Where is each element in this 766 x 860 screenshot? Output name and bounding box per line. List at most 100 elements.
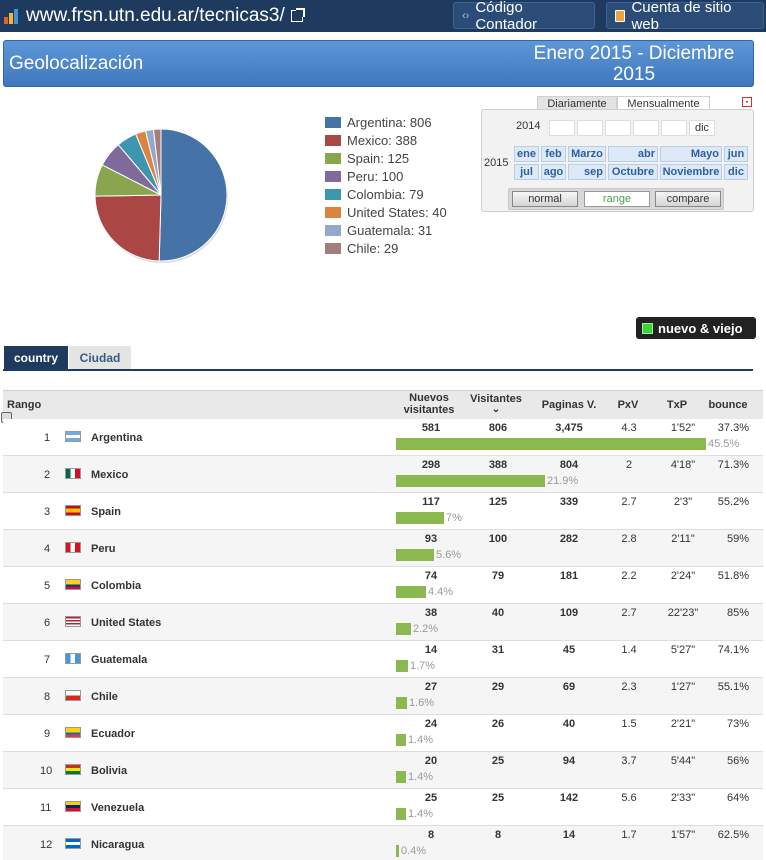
table-row[interactable]: 5 Colombia 74 79 181 2.2 2'24" 51.8% 4.4% [3,567,763,604]
counter-code-label: Código Contador [475,0,538,33]
legend-item[interactable]: Chile: 29 [325,239,447,257]
table-row[interactable]: 6 United States 38 40 109 2.7 22'23" 85% 2.2% [3,604,763,641]
table-row[interactable]: 11 Venezuela 25 25 142 5.6 2'33" 64% 1.4% [3,789,763,826]
legend-item[interactable]: Argentina: 806 [325,113,447,131]
pages-cell: 69 [562,681,576,693]
flag-ni-icon [65,838,81,849]
rank-cell: 5 [44,580,51,592]
col-bounce[interactable]: bounce [703,399,753,411]
month-feb[interactable]: feb [541,146,566,162]
txp-cell: 4'18" [670,459,696,471]
new-visitors-cell: 20 [424,755,438,767]
legend-item[interactable]: Guatemala: 31 [325,221,447,239]
country-name[interactable]: Argentina [91,432,142,444]
legend-label: Colombia: 79 [347,186,424,202]
legend-swatch [325,152,341,164]
flag-es-icon [65,505,81,516]
month-octubre[interactable]: Octubre [608,164,658,180]
new-old-toggle[interactable]: nuevo & viejo [636,317,756,339]
legend-item[interactable]: Colombia: 79 [325,185,447,203]
month-ago[interactable]: ago [541,164,566,180]
col-pxv[interactable]: PxV [608,399,648,411]
country-name[interactable]: Guatemala [91,654,147,666]
txp-cell: 1'27" [670,681,696,693]
month-cell-empty [633,120,659,136]
website-account-button[interactable]: Cuenta de sitio web [606,0,764,33]
table-row[interactable]: 10 Bolivia 20 25 94 3.7 5'44" 56% 1.4% [3,752,763,789]
visitors-cell: 40 [491,607,505,619]
share-bar [396,438,706,450]
compare-button[interactable]: compare [655,191,721,207]
page-title: Geolocalización [9,53,144,74]
share-bar [396,586,426,598]
external-link-icon[interactable] [290,8,305,22]
table-row[interactable]: 9 Ecuador 24 26 40 1.5 2'21" 73% 1.4% [3,715,763,752]
pie-slice-argentina[interactable] [158,128,228,262]
month-2014-dic[interactable]: dic [689,120,715,136]
book-icon [615,9,626,22]
col-txp[interactable]: TxP [657,399,697,411]
col-new-visitors[interactable]: Nuevos visitantes [396,392,462,416]
month-jun[interactable]: jun [724,146,748,162]
table-row[interactable]: 3 Spain 117 125 339 2.7 2'3" 55.2% 7% [3,493,763,530]
geo-pie-chart [94,128,228,263]
country-name[interactable]: Bolivia [91,765,127,777]
share-bar [396,512,444,524]
legend-swatch [325,206,341,218]
rank-cell: 3 [44,506,51,518]
country-name[interactable]: Colombia [91,580,141,592]
table-row[interactable]: 4 Peru 93 100 282 2.8 2'11" 59% 5.6% [3,530,763,567]
visitors-cell: 125 [488,496,508,508]
legend-item[interactable]: United States: 40 [325,203,447,221]
share-label: 1.4% [408,771,434,783]
table-row[interactable]: 12 Nicaragua 8 8 14 1.7 1'57" 62.5% 0.4% [3,826,763,860]
site-link[interactable]: www.frsn.utn.edu.ar/tecnicas3/ [4,4,305,28]
table-row[interactable]: 8 Chile 27 29 69 2.3 1'27" 55.1% 1.6% [3,678,763,715]
bounce-cell: 71.3% [717,459,749,471]
counter-code-button[interactable]: ‹› Código Contador [453,0,595,33]
pie-slice-mexico[interactable] [94,194,162,262]
month-sep[interactable]: sep [568,164,606,180]
bounce-cell: 59% [726,533,749,545]
country-name[interactable]: Mexico [91,469,128,481]
tab-country[interactable]: country [4,346,68,369]
bounce-cell: 55.1% [717,681,749,693]
month-dic[interactable]: dic [724,164,748,180]
month-jul[interactable]: jul [514,164,539,180]
range-button[interactable]: range [584,191,650,207]
legend-item[interactable]: Mexico: 388 [325,131,447,149]
country-name[interactable]: Peru [91,543,115,555]
visitors-cell: 79 [491,570,505,582]
calendar-icon[interactable]: ▪ [742,97,752,107]
legend-item[interactable]: Peru: 100 [325,167,447,185]
month-mayo[interactable]: Mayo [660,146,722,162]
share-bar [396,660,408,672]
table-row[interactable]: 7 Guatemala 14 31 45 1.4 5'27" 74.1% 1.7% [3,641,763,678]
table-row[interactable]: 2 Mexico 298 388 804 2 4'18" 71.3% 21.9% [3,456,763,493]
tab-city[interactable]: Ciudad [69,346,131,369]
bounce-cell: 64% [726,792,749,804]
country-name[interactable]: Ecuador [91,728,135,740]
table-row[interactable]: 1 Argentina 581 806 3,475 4.3 1'52" 37.3% 45.5% [3,419,763,456]
month-noviembre[interactable]: Noviembre [660,164,722,180]
country-name[interactable]: Nicaragua [91,839,144,851]
country-name[interactable]: United States [91,617,161,629]
col-visitors[interactable]: Visitantes ⌄ [466,393,526,415]
pxv-cell: 2 [625,459,633,471]
pxv-cell: 4.3 [621,422,637,434]
legend-item[interactable]: Spain: 125 [325,149,447,167]
col-rank[interactable]: Rango [7,399,41,411]
country-name[interactable]: Venezuela [91,802,144,814]
country-name[interactable]: Spain [91,506,121,518]
month-ene[interactable]: ene [514,146,539,162]
country-name[interactable]: Chile [91,691,118,703]
top-bar: www.frsn.utn.edu.ar/tecnicas3/ ‹› Código… [0,0,766,33]
month-abr[interactable]: abr [608,146,658,162]
flag-mx-icon [65,468,81,479]
new-visitors-cell: 117 [422,496,440,508]
website-account-label: Cuenta de sitio web [631,0,732,33]
month-marzo[interactable]: Marzo [568,146,606,162]
site-url[interactable]: www.frsn.utn.edu.ar/tecnicas3/ [26,5,285,27]
col-pages[interactable]: Paginas V. [535,399,603,411]
normal-button[interactable]: normal [512,191,578,207]
